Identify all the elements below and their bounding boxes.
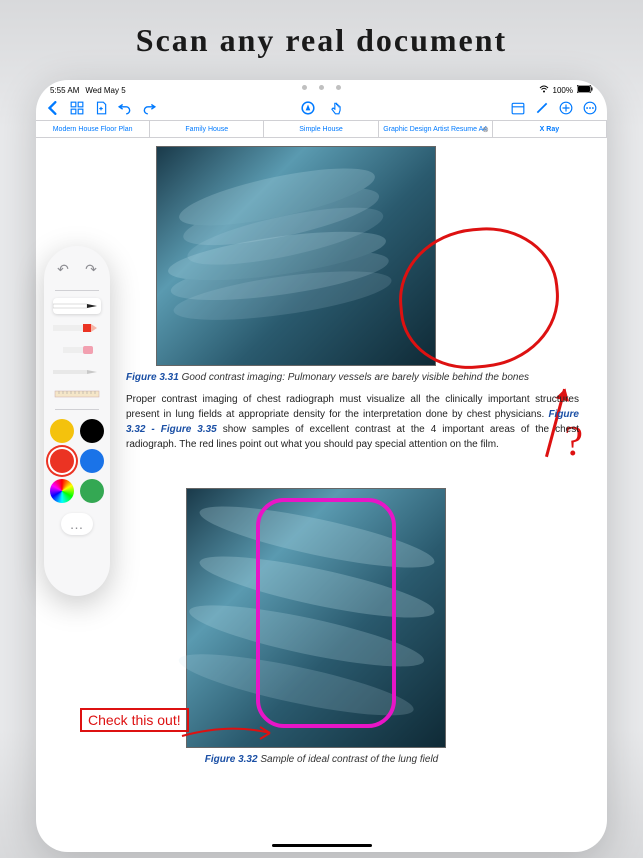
- xray-image-1: [156, 146, 436, 366]
- tablet-notch: [36, 80, 607, 94]
- figure-label: Figure 3.31: [126, 372, 179, 383]
- eraser-tool[interactable]: [53, 342, 101, 358]
- touch-mode-button[interactable]: [329, 101, 343, 115]
- drawing-palette[interactable]: ↶ ↷ …: [44, 246, 110, 596]
- back-button[interactable]: [46, 101, 60, 115]
- highlighter-tool[interactable]: [53, 320, 101, 336]
- tab-modern-house[interactable]: Modern House Floor Plan: [36, 121, 150, 137]
- figure-caption-2: Figure 3.32 Sample of ideal contrast of …: [36, 754, 607, 765]
- palette-undo-button[interactable]: ↶: [52, 258, 74, 280]
- palette-redo-button[interactable]: ↷: [80, 258, 102, 280]
- tab-resume[interactable]: Graphic Design Artist Resume A4⊗: [379, 121, 493, 137]
- tab-xray[interactable]: X Ray: [493, 121, 607, 137]
- tablet-frame: 5:55 AM Wed May 5 100%: [36, 80, 607, 852]
- tab-family-house[interactable]: Family House: [150, 121, 264, 137]
- xray-image-2: [186, 488, 446, 748]
- caption-text: Sample of ideal contrast of the lung fie…: [258, 754, 439, 765]
- color-black[interactable]: [80, 419, 104, 443]
- tab-label: Family House: [185, 126, 228, 133]
- palette-more-button[interactable]: …: [61, 513, 93, 535]
- color-swatches: [50, 419, 104, 503]
- pen-mode-button[interactable]: [301, 101, 315, 115]
- divider: [55, 409, 99, 410]
- color-blue[interactable]: [80, 449, 104, 473]
- app-toolbar: [36, 96, 607, 120]
- add-page-button[interactable]: [94, 101, 108, 115]
- more-button[interactable]: [583, 101, 597, 115]
- home-indicator[interactable]: [272, 844, 372, 847]
- close-icon[interactable]: ⊗: [482, 125, 489, 134]
- annotation-arrow-right: [180, 718, 280, 758]
- tab-label: Modern House Floor Plan: [53, 126, 133, 133]
- divider: [55, 290, 99, 291]
- color-green[interactable]: [80, 479, 104, 503]
- figure-caption-1: Figure 3.31 Good contrast imaging: Pulmo…: [126, 372, 579, 383]
- annotation-textbox: Check this out!: [80, 708, 189, 732]
- redo-button[interactable]: [142, 101, 156, 115]
- figure-label: Figure 3.32: [205, 754, 258, 765]
- caption-text: Good contrast imaging: Pulmonary vessels…: [179, 372, 529, 383]
- tab-label: Simple House: [299, 126, 343, 133]
- tab-label: X Ray: [540, 126, 559, 133]
- add-button[interactable]: [559, 101, 573, 115]
- tab-label: Graphic Design Artist Resume A4: [383, 126, 487, 133]
- calendar-button[interactable]: [511, 101, 525, 115]
- body-paragraph: Proper contrast imaging of chest radiogr…: [126, 392, 579, 452]
- edit-button[interactable]: [535, 101, 549, 115]
- undo-button[interactable]: [118, 101, 132, 115]
- color-red[interactable]: [50, 449, 74, 473]
- pen-tool[interactable]: [53, 298, 101, 314]
- document-page[interactable]: ? Figure 3.31 Good contrast imaging: Pul…: [36, 138, 607, 852]
- tab-simple-house[interactable]: Simple House: [264, 121, 378, 137]
- promo-headline: Scan any real document: [0, 22, 643, 59]
- grid-button[interactable]: [70, 101, 84, 115]
- body-text-1: Proper contrast imaging of chest radiogr…: [126, 394, 579, 420]
- color-picker[interactable]: [50, 479, 74, 503]
- ruler-tool[interactable]: [53, 386, 101, 402]
- color-yellow[interactable]: [50, 419, 74, 443]
- pencil-tool[interactable]: [53, 364, 101, 380]
- document-tabs: Modern House Floor Plan Family House Sim…: [36, 120, 607, 138]
